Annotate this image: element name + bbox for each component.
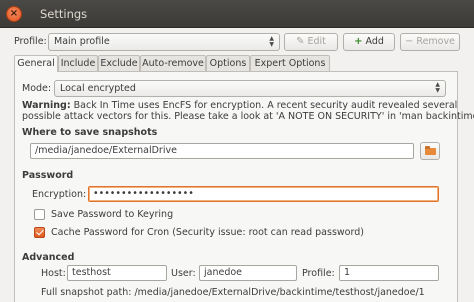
remove-icon: −: [405, 36, 414, 47]
edit-icon: ✎: [296, 36, 305, 47]
encryption-label: Encryption:: [32, 189, 87, 200]
snapshot-path-field[interactable]: /media/janedoe/ExternalDrive: [30, 143, 414, 159]
cache-password-checkbox[interactable]: [34, 227, 45, 238]
profile-id-label: Profile:: [302, 268, 335, 279]
profile-label: Profile:: [14, 36, 47, 47]
profile-row: Profile: Main profile ▲ ▼ ✎ Edit + Add − Rem…: [0, 33, 474, 53]
edit-profile-button[interactable]: ✎ Edit: [284, 33, 338, 51]
full-path-label: Full snapshot path:: [41, 287, 132, 298]
edit-label: Edit: [307, 36, 326, 47]
warning-text-line1: Warning: Back In Time uses EncFS for enc…: [22, 100, 457, 111]
window-title: Settings: [40, 7, 88, 21]
tab-general[interactable]: General: [14, 55, 58, 72]
warning-line1: Back In Time uses EncFS for encryption. …: [73, 100, 458, 111]
add-label: Add: [365, 36, 384, 47]
where-heading: Where to save snapshots: [22, 127, 158, 138]
advanced-heading: Advanced: [22, 252, 75, 263]
mode-selected-value: Local encrypted: [60, 83, 136, 94]
host-value: testhost: [72, 267, 111, 278]
mode-select[interactable]: Local encrypted ▲ ▼: [54, 80, 446, 97]
profile-id-value: 1: [344, 267, 351, 278]
updown-arrows-icon: ▲ ▼: [269, 35, 274, 48]
user-value: janedoe: [204, 267, 243, 278]
updown-arrows-icon: ▲ ▼: [435, 81, 440, 94]
encryption-password-field[interactable]: ••••••••••••••••••: [88, 186, 439, 202]
save-password-label: Save Password to Keyring: [51, 209, 174, 220]
remove-label: Remove: [416, 36, 455, 47]
user-field[interactable]: janedoe: [199, 265, 297, 281]
tab-expert-options[interactable]: Expert Options: [250, 55, 330, 71]
tab-include[interactable]: Include: [58, 55, 98, 71]
browse-folder-button[interactable]: [420, 142, 440, 160]
mode-label: Mode:: [22, 83, 52, 94]
full-snapshot-path: Full snapshot path: /media/janedoe/Exter…: [41, 287, 425, 298]
folder-icon: [425, 146, 436, 155]
title-bar: × Settings: [0, 0, 474, 28]
tab-auto-remove[interactable]: Auto-remove: [140, 55, 206, 71]
full-path-value: /media/janedoe/ExternalDrive/backintime/…: [134, 287, 425, 298]
warning-text-line2: possible attack vectors for this. Please…: [22, 111, 474, 122]
general-panel: Mode: Local encrypted ▲ ▼ Warning: Back I…: [14, 71, 474, 302]
snapshot-path-value: /media/janedoe/ExternalDrive: [35, 145, 177, 156]
tab-options[interactable]: Options: [206, 55, 250, 71]
profile-select[interactable]: Main profile ▲ ▼: [48, 33, 280, 51]
encryption-password-value: ••••••••••••••••••: [93, 188, 194, 199]
remove-profile-button[interactable]: − Remove: [400, 33, 460, 51]
add-profile-button[interactable]: + Add: [343, 33, 395, 51]
profile-id-field[interactable]: 1: [339, 265, 439, 281]
password-heading: Password: [22, 170, 74, 181]
close-icon[interactable]: ×: [6, 6, 22, 22]
add-icon: +: [354, 36, 363, 47]
host-field[interactable]: testhost: [67, 265, 167, 281]
tab-exclude[interactable]: Exclude: [98, 55, 140, 71]
profile-selected-value: Main profile: [54, 36, 110, 47]
warning-bold-label: Warning:: [22, 100, 71, 111]
host-label: Host:: [41, 268, 66, 279]
cache-password-label: Cache Password for Cron (Security issue:…: [51, 227, 364, 238]
save-password-checkbox[interactable]: [34, 209, 45, 220]
user-label: User:: [171, 268, 196, 279]
